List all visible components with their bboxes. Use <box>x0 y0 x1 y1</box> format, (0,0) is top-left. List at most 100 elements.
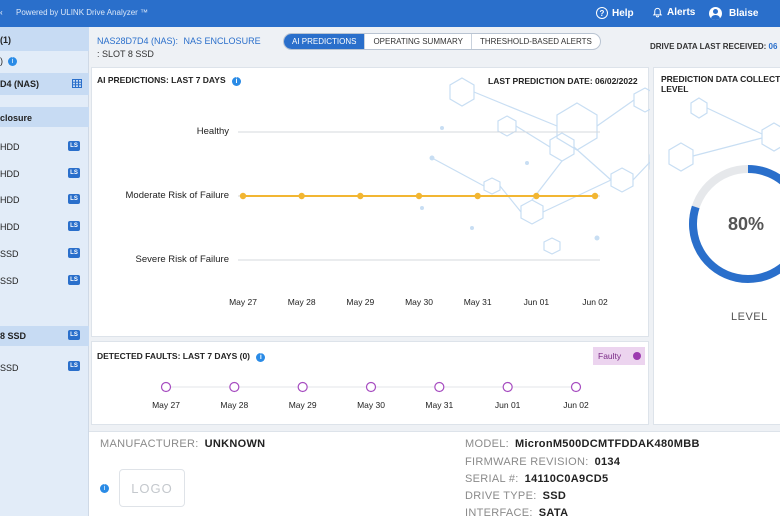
faulty-legend-label: Faulty <box>598 351 622 361</box>
y-tick-label: Severe Risk of Failure <box>135 254 229 265</box>
help-label: Help <box>612 7 634 19</box>
view-tabs: AI PREDICTIONS OPERATING SUMMARY THRESHO… <box>283 33 601 50</box>
fault-marker[interactable] <box>160 381 172 393</box>
breadcrumb: NAS28D7D4 (NAS): NAS ENCLOSURE <box>97 36 261 46</box>
breadcrumb-nas[interactable]: NAS28D7D4 (NAS): <box>97 36 178 46</box>
manufacturer-logo: LOGO <box>119 469 185 507</box>
sidebar-item-enclosure[interactable]: closure <box>0 107 89 127</box>
firmware-label: FIRMWARE REVISION: <box>465 456 589 468</box>
model-value: MicronM500DCMTFDDAK480MBB <box>514 438 700 450</box>
fault-marker[interactable] <box>365 381 377 393</box>
interface-label: INTERFACE: <box>465 507 533 516</box>
y-tick-label: Moderate Risk of Failure <box>125 190 229 201</box>
fault-marker[interactable] <box>434 381 445 393</box>
sidebar-item-nas[interactable]: D4 (NAS) <box>0 73 89 95</box>
sidebar-item-group[interactable]: ) i <box>0 51 89 73</box>
serial-label: SERIAL #: <box>465 473 519 485</box>
manufacturer-row: MANUFACTURER: UNKNOWN <box>100 438 265 450</box>
help-button[interactable]: ? Help <box>596 7 634 19</box>
ls-badge: LS <box>68 275 80 285</box>
sidebar-item-drive[interactable]: HDD LS <box>0 166 89 182</box>
tab-ai-predictions[interactable]: AI PREDICTIONS <box>284 34 365 49</box>
ls-badge: LS <box>68 330 80 340</box>
x-tick-label: May 28 <box>287 297 316 307</box>
avatar <box>709 7 722 20</box>
tab-threshold-alerts[interactable]: THRESHOLD-BASED ALERTS <box>470 34 600 49</box>
fault-marker[interactable] <box>502 381 513 393</box>
y-tick-label: Healthy <box>196 126 229 137</box>
data-collection-card: PREDICTION DATA COLLECTI LEVEL 80% LEVEL <box>653 67 780 425</box>
x-tick-label: Jun 02 <box>563 400 589 410</box>
interface-row: INTERFACE: SATA <box>465 507 568 516</box>
breadcrumb-slot: : SLOT 8 SSD <box>97 49 154 59</box>
drive-type-label: DRIVE TYPE: <box>465 490 537 502</box>
fault-marker[interactable] <box>570 381 582 393</box>
info-icon[interactable]: i <box>100 484 109 493</box>
x-tick-label: May 29 <box>346 297 375 307</box>
sidebar-item-drive[interactable]: HDD LS <box>0 219 89 235</box>
data-point[interactable] <box>298 192 305 200</box>
sidebar-item-label: D4 (NAS) <box>0 79 40 89</box>
data-point[interactable] <box>239 192 247 200</box>
sidebar-item-label: (1) <box>0 35 11 45</box>
user-name: Blaise <box>729 8 759 19</box>
drive-type-value: SSD <box>542 490 567 502</box>
help-icon: ? <box>596 7 608 19</box>
data-point[interactable] <box>474 192 481 200</box>
x-tick-label: Jun 01 <box>494 400 521 410</box>
alerts-button[interactable]: Alerts <box>652 7 695 18</box>
x-tick-label: Jun 01 <box>523 297 550 307</box>
drive-type-row: DRIVE TYPE: SSD <box>465 490 566 502</box>
x-tick-label: May 28 <box>220 400 249 410</box>
firmware-row: FIRMWARE REVISION: 0134 <box>465 456 620 468</box>
x-tick-label: May 27 <box>152 400 180 410</box>
drive-data-received: DRIVE DATA LAST RECEIVED: 06 <box>650 42 777 51</box>
sidebar-item-label: 8 SSD <box>0 331 27 341</box>
breadcrumb-enclosure[interactable]: NAS ENCLOSURE <box>184 36 261 46</box>
model-row: MODEL: MicronM500DCMTFDDAK480MBB <box>465 438 700 450</box>
sidebar-item-drive[interactable]: SSD LS <box>0 246 89 262</box>
sidebar-item-root[interactable]: (1) <box>0 27 89 51</box>
sidebar: (1) ) i D4 (NAS) closure HDD LS HDD LS H… <box>0 27 89 516</box>
sidebar-item-label: SSD <box>0 363 19 373</box>
x-tick-label: May 30 <box>357 400 385 410</box>
bell-icon <box>652 7 663 18</box>
sidebar-item-label: HDD <box>0 222 20 232</box>
ls-badge: LS <box>68 141 80 151</box>
x-tick-label: May 29 <box>288 400 317 410</box>
sidebar-item-drive[interactable]: HDD LS <box>0 192 89 208</box>
manufacturer-value: UNKNOWN <box>204 438 266 450</box>
ai-predictions-card: AI PREDICTIONS: LAST 7 DAYS i LAST PREDI… <box>91 67 650 337</box>
brand-text: Powered by ULINK Drive Analyzer ™ <box>16 8 149 17</box>
sidebar-item-drive[interactable]: HDD LS <box>0 139 89 155</box>
data-point[interactable] <box>415 192 423 200</box>
manufacturer-label: MANUFACTURER: <box>100 438 199 450</box>
fault-marker[interactable] <box>297 381 308 393</box>
sidebar-item-label: closure <box>0 113 33 123</box>
faulty-dot-icon <box>633 352 641 360</box>
fault-marker[interactable] <box>229 381 240 393</box>
sidebar-item-drive[interactable]: SSD LS <box>0 273 89 289</box>
info-icon[interactable]: i <box>8 57 17 66</box>
grid-icon[interactable] <box>72 79 82 88</box>
alerts-label: Alerts <box>667 7 696 18</box>
sidebar-item-drive[interactable]: SSD LS <box>0 359 89 375</box>
level-label: LEVEL <box>731 311 768 323</box>
drive-received-value: 06 <box>768 42 778 51</box>
user-menu[interactable]: Blaise <box>709 7 758 20</box>
chevron-icon[interactable]: ‹ <box>0 8 3 17</box>
ls-badge: LS <box>68 221 80 231</box>
sidebar-item-label: HDD <box>0 195 20 205</box>
x-tick-label: May 30 <box>405 297 433 307</box>
faulty-legend: Faulty <box>593 347 645 365</box>
collection-title: PREDICTION DATA COLLECTI <box>661 74 780 84</box>
data-point[interactable] <box>533 192 540 200</box>
serial-row: SERIAL #: 14110C0A9CD5 <box>465 473 608 485</box>
sidebar-item-label: HDD <box>0 169 20 179</box>
data-point[interactable] <box>591 192 599 200</box>
drive-received-label: DRIVE DATA LAST RECEIVED: <box>650 42 767 51</box>
model-label: MODEL: <box>465 438 509 450</box>
sidebar-item-drive-selected[interactable]: 8 SSD LS <box>0 326 89 346</box>
data-point[interactable] <box>357 192 364 200</box>
tab-operating-summary[interactable]: OPERATING SUMMARY <box>364 34 471 49</box>
